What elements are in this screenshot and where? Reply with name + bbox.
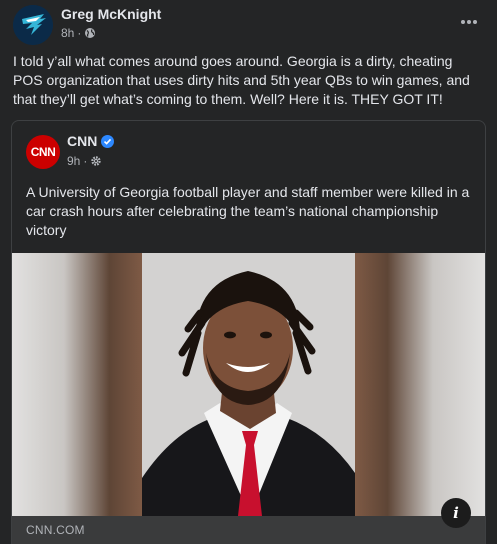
info-icon: i (453, 504, 459, 522)
meta-separator: · (77, 26, 82, 40)
shared-meta: 9h · (67, 154, 102, 168)
post-text: I told y’all what comes around goes arou… (13, 53, 470, 107)
player-portrait-illustration (142, 253, 355, 516)
post-timestamp[interactable]: 8h (61, 26, 74, 40)
shared-post-card[interactable]: CNN CNN 9h · A University of Georgia foo… (11, 120, 486, 544)
author-name[interactable]: Greg McKnight (61, 6, 161, 22)
post-meta: 8h · (61, 26, 96, 40)
link-domain: CNN.COM (26, 523, 85, 537)
gear-icon[interactable] (90, 155, 102, 167)
link-preview-bar[interactable]: CNN.COM (12, 516, 485, 544)
shared-timestamp[interactable]: 9h (67, 154, 80, 168)
shared-page-name-row: CNN (67, 133, 115, 149)
cnn-logo-text: CNN (30, 145, 56, 159)
globe-icon[interactable] (84, 27, 96, 39)
info-button[interactable]: i (441, 498, 471, 528)
player-portrait (142, 253, 355, 516)
more-horizontal-icon (461, 20, 477, 24)
falcon-logo-icon (13, 5, 53, 45)
author-avatar[interactable] (13, 5, 53, 45)
cnn-avatar[interactable]: CNN (26, 135, 60, 169)
more-options-button[interactable] (455, 10, 483, 34)
article-photo[interactable] (12, 253, 485, 516)
shared-headline: A University of Georgia football player … (26, 184, 470, 238)
shared-page-name[interactable]: CNN (67, 133, 97, 149)
photo-blur-left (12, 253, 142, 516)
verified-badge-icon (101, 134, 115, 148)
photo-blur-right (355, 253, 485, 516)
shared-meta-separator: · (83, 154, 88, 168)
facebook-post: Greg McKnight 8h · I told y’all what com… (0, 0, 497, 544)
